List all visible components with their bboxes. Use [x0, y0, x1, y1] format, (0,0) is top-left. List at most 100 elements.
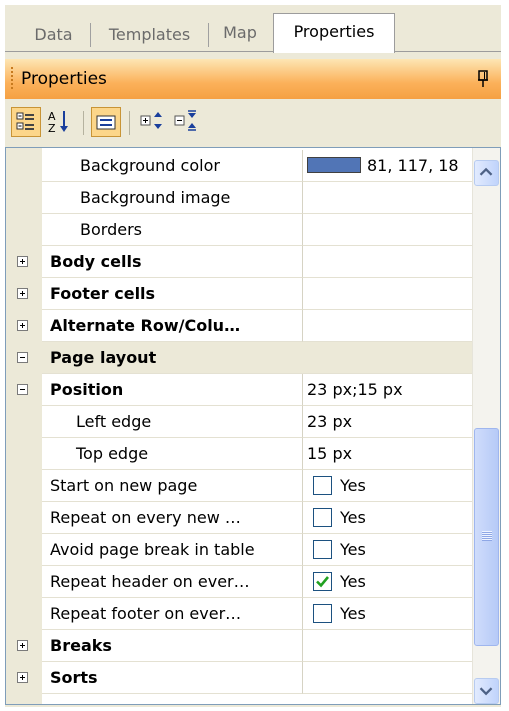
property-value[interactable]	[302, 662, 472, 694]
collapse-icon[interactable]	[17, 384, 28, 395]
checkbox-label: Yes	[340, 604, 366, 623]
collapse-all-icon	[174, 110, 196, 131]
property-row[interactable]: Avoid page break in table Yes	[6, 534, 472, 566]
property-row[interactable]: Borders	[6, 214, 472, 246]
collapse-all-button[interactable]	[171, 107, 201, 137]
vertical-scrollbar[interactable]	[472, 148, 500, 704]
property-row[interactable]: Top edge 15 px	[6, 438, 472, 470]
alphabetical-sort-button[interactable]: A Z	[45, 107, 75, 137]
expand-icon[interactable]	[17, 640, 28, 651]
property-name: Background color	[42, 150, 302, 182]
alphabetical-sort-icon: A Z	[48, 110, 68, 135]
svg-text:Z: Z	[48, 122, 56, 135]
category-row[interactable]: Page layout	[6, 342, 472, 374]
checkbox[interactable]	[313, 507, 332, 527]
title-grip[interactable]	[11, 67, 13, 91]
color-value: 81, 117, 18	[367, 156, 459, 175]
scrollbar-thumb[interactable]	[474, 428, 499, 646]
checkbox[interactable]	[313, 603, 332, 623]
property-grid: Background color 81, 117, 18 Background …	[5, 147, 501, 705]
tab-data[interactable]: Data	[17, 23, 91, 47]
category-name: Breaks	[42, 630, 302, 662]
categorized-view-button[interactable]	[11, 107, 41, 137]
property-row[interactable]: Repeat footer on ever… Yes	[6, 598, 472, 630]
property-value[interactable]: 23 px;15 px	[302, 374, 472, 406]
property-pages-icon	[96, 115, 116, 130]
expand-all-icon	[140, 112, 162, 129]
checkbox-checked[interactable]	[313, 571, 332, 591]
property-value[interactable]	[302, 214, 472, 246]
tab-strip-border	[5, 51, 501, 52]
property-name: Avoid page break in table	[42, 534, 302, 566]
property-value[interactable]: Yes	[302, 598, 472, 630]
property-value[interactable]: Yes	[302, 470, 472, 502]
expand-icon[interactable]	[17, 256, 28, 267]
toolbar-separator	[129, 111, 130, 135]
property-row[interactable]: Start on new page Yes	[6, 470, 472, 502]
properties-window: Data Templates Map Properties Properties	[5, 5, 501, 707]
property-name: Repeat on every new …	[42, 502, 302, 534]
property-name: Borders	[42, 214, 302, 246]
category-row[interactable]: Footer cells	[6, 278, 472, 310]
category-row[interactable]: Breaks	[6, 630, 472, 662]
property-value[interactable]: 15 px	[302, 438, 472, 470]
property-value[interactable]	[302, 630, 472, 662]
checkmark-icon	[316, 575, 330, 587]
category-name: Body cells	[42, 246, 302, 278]
category-name: Page layout	[42, 342, 302, 374]
tab-properties[interactable]: Properties	[273, 13, 395, 53]
property-value[interactable]	[302, 246, 472, 278]
scroll-up-button[interactable]	[474, 160, 499, 186]
category-name: Sorts	[42, 662, 302, 694]
checkbox-label: Yes	[340, 508, 366, 527]
checkbox[interactable]	[313, 539, 332, 559]
property-row[interactable]: Background color 81, 117, 18	[6, 150, 472, 182]
property-name: Background image	[42, 182, 302, 214]
property-value[interactable]: 23 px	[302, 406, 472, 438]
property-value[interactable]	[302, 182, 472, 214]
property-value[interactable]: Yes	[302, 502, 472, 534]
chevron-up-icon	[479, 167, 493, 176]
collapse-icon[interactable]	[17, 352, 28, 363]
property-row[interactable]: Left edge 23 px	[6, 406, 472, 438]
category-row[interactable]: Sorts	[6, 662, 472, 694]
color-swatch	[307, 157, 361, 173]
property-row[interactable]: Repeat header on ever… Yes	[6, 566, 472, 598]
properties-toolbar: A Z	[5, 101, 501, 145]
tab-map[interactable]: Map	[209, 15, 271, 51]
panel-title: Properties	[21, 69, 107, 89]
toolbar-separator	[83, 111, 84, 135]
categorized-view-icon	[16, 112, 34, 130]
property-row[interactable]: Repeat on every new … Yes	[6, 502, 472, 534]
property-name: Top edge	[42, 438, 302, 470]
category-name: Footer cells	[42, 278, 302, 310]
checkbox[interactable]	[313, 475, 332, 495]
category-row[interactable]: Body cells	[6, 246, 472, 278]
scroll-down-button[interactable]	[474, 678, 499, 704]
property-value[interactable]	[302, 310, 472, 342]
thumb-grip-icon	[482, 531, 492, 541]
property-pages-button[interactable]	[91, 107, 121, 137]
property-row[interactable]: Background image	[6, 182, 472, 214]
property-name: Left edge	[42, 406, 302, 438]
tab-templates[interactable]: Templates	[91, 23, 209, 47]
expand-icon[interactable]	[17, 672, 28, 683]
chevron-down-icon	[479, 687, 493, 696]
category-row[interactable]: Alternate Row/Colu…	[6, 310, 472, 342]
property-value[interactable]: 81, 117, 18	[302, 150, 472, 182]
property-name: Repeat footer on ever…	[42, 598, 302, 630]
expand-all-button[interactable]	[137, 107, 167, 137]
pin-icon[interactable]	[475, 69, 491, 89]
property-value[interactable]	[302, 278, 472, 310]
property-name: Position	[42, 374, 302, 406]
property-value[interactable]: Yes	[302, 534, 472, 566]
property-row[interactable]: Position 23 px;15 px	[6, 374, 472, 406]
checkbox-label: Yes	[340, 540, 366, 559]
category-name: Alternate Row/Colu…	[42, 310, 302, 342]
property-name: Start on new page	[42, 470, 302, 502]
expand-icon[interactable]	[17, 320, 28, 331]
property-value	[302, 342, 472, 374]
expand-icon[interactable]	[17, 288, 28, 299]
panel-title-bar: Properties	[5, 59, 501, 99]
property-value[interactable]: Yes	[302, 566, 472, 598]
